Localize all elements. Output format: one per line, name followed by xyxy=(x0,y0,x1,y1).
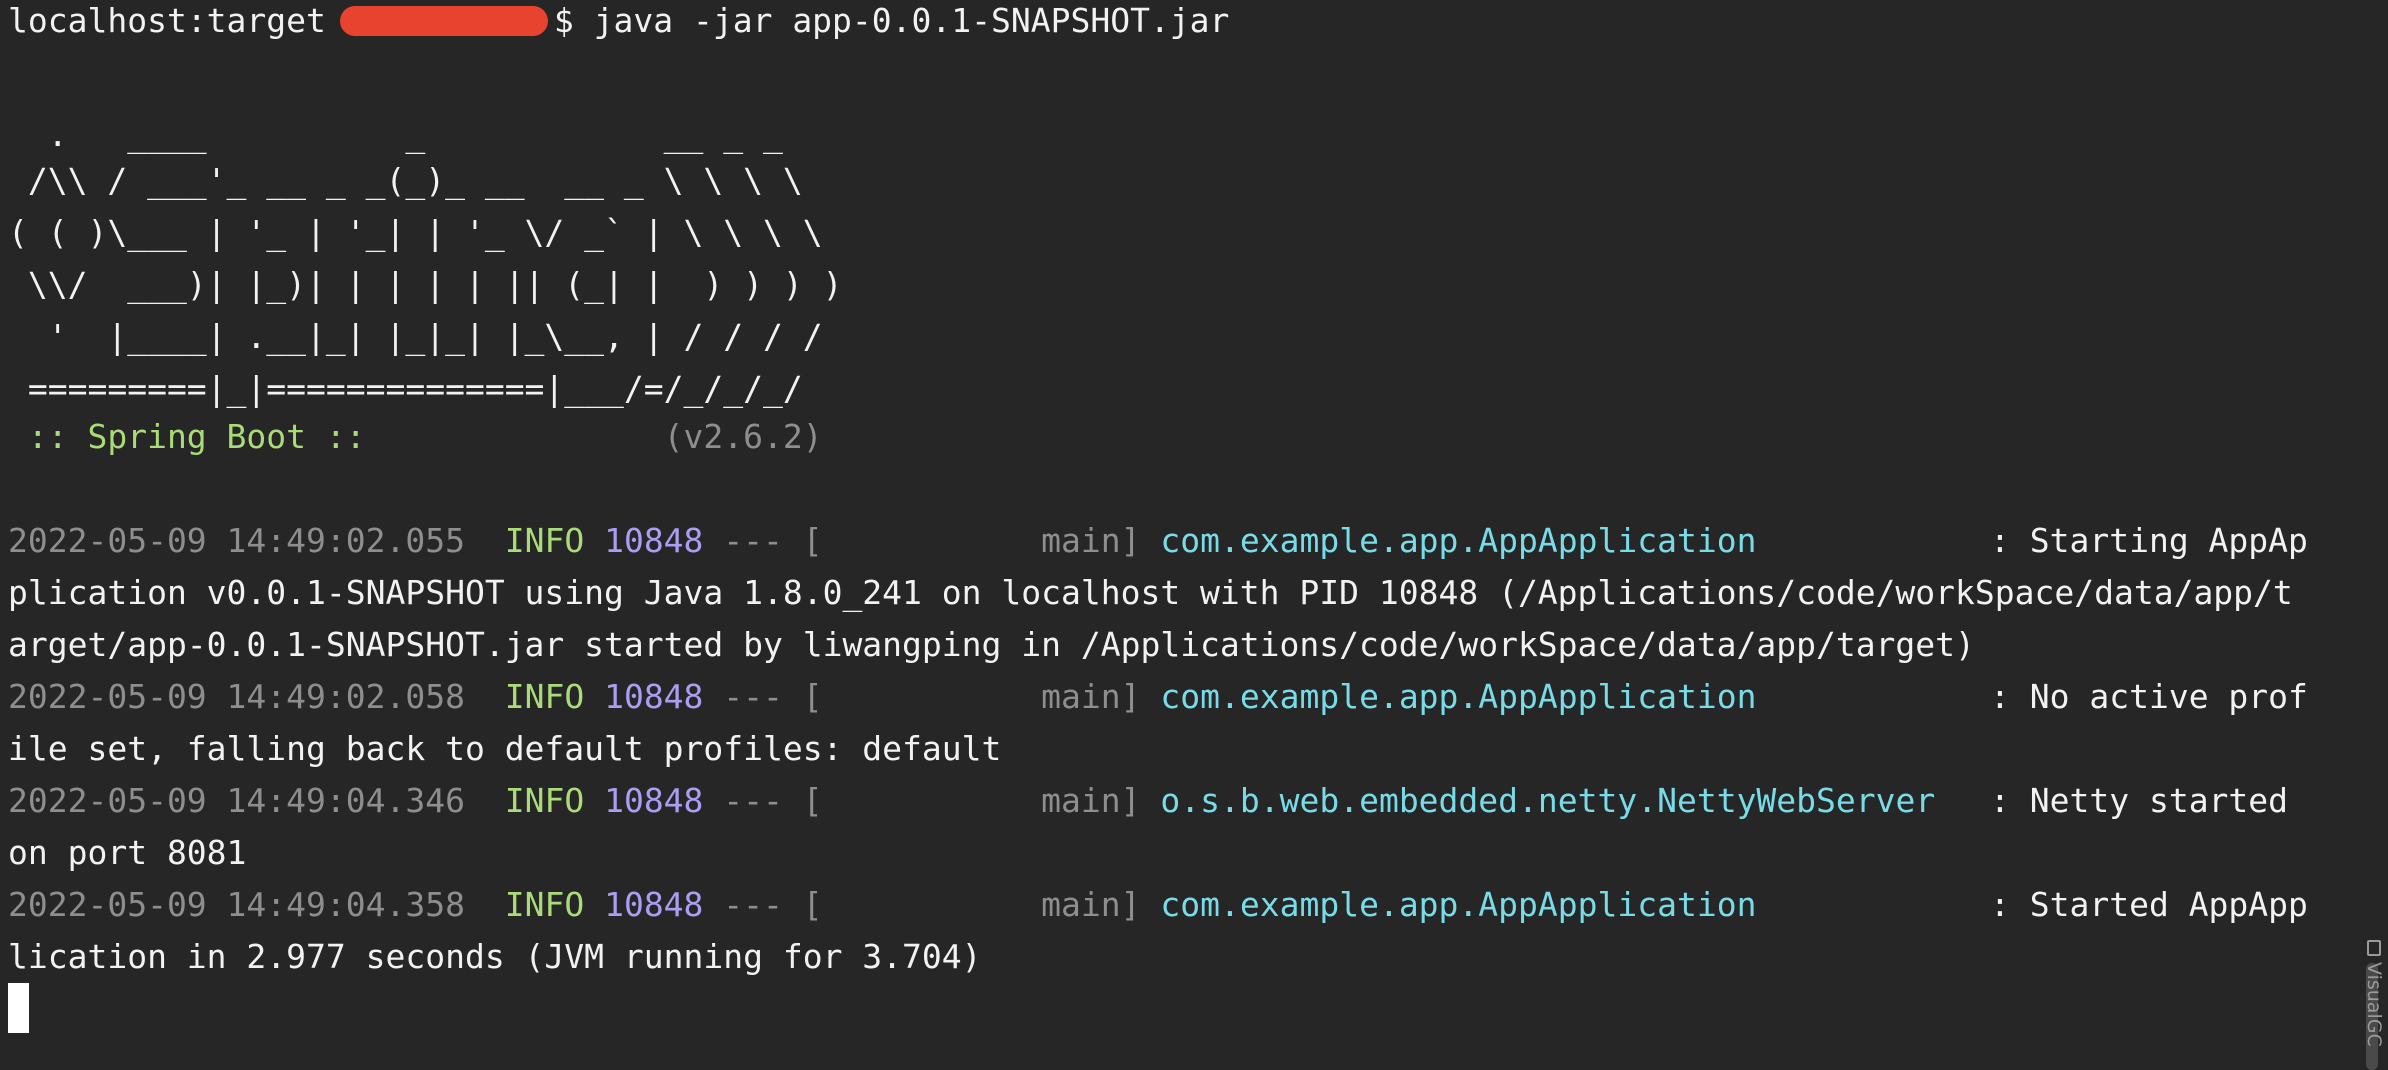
log-line: 2022-05-09 14:49:02.055 INFO 10848 --- [… xyxy=(8,515,2308,567)
log-pid: 10848 xyxy=(604,521,704,560)
log-message-continuation: arget/app-0.0.1-SNAPSHOT.jar started by … xyxy=(8,625,1975,664)
log-level: INFO xyxy=(504,677,585,716)
log-thread: main] xyxy=(822,885,1141,924)
visualgc-tab[interactable]: VisualGC xyxy=(2362,940,2386,1068)
log-level: INFO xyxy=(504,781,585,820)
log-thread: main] xyxy=(822,781,1141,820)
banner-line: =========|_|==============|___/=/_/_/_/ xyxy=(8,369,803,408)
visualgc-label: VisualGC xyxy=(2363,962,2385,1047)
log-message-start: : Starting AppAp xyxy=(1990,521,2308,560)
log-pid: 10848 xyxy=(604,781,704,820)
prompt-command: java -jar app-0.0.1-SNAPSHOT.jar xyxy=(593,1,1230,40)
log-thread: main] xyxy=(822,521,1141,560)
log-timestamp: 2022-05-09 14:49:02.058 xyxy=(8,677,465,716)
log-timestamp: 2022-05-09 14:49:02.055 xyxy=(8,521,465,560)
log-separator: --- [ xyxy=(723,677,823,716)
terminal-cursor xyxy=(8,983,29,1033)
right-tool-strip: VisualGC xyxy=(2356,0,2388,1070)
log-thread: main] xyxy=(822,677,1141,716)
prompt-line: localhost:target $ java -jar app-0.0.1-SN… xyxy=(8,0,1229,47)
banner-line: ( ( )\___ | '_ | '_| | '_ \/ _` | \ \ \ … xyxy=(8,213,823,252)
banner-tagline-line: :: Spring Boot :: (v2.6.2) xyxy=(8,411,823,463)
log-timestamp: 2022-05-09 14:49:04.346 xyxy=(8,781,465,820)
visualgc-icon xyxy=(2367,940,2381,956)
prompt-symbol: $ xyxy=(553,1,574,40)
log-message-start: : Netty started xyxy=(1990,781,2289,820)
log-logger: com.example.app.AppApplication xyxy=(1160,885,1757,924)
log-logger: com.example.app.AppApplication xyxy=(1160,521,1757,560)
log-message-continuation: plication v0.0.1-SNAPSHOT using Java 1.8… xyxy=(8,573,2293,612)
spring-boot-version: (v2.6.2) xyxy=(663,417,823,456)
banner-line: . ____ _ __ _ _ xyxy=(8,115,783,154)
log-pid: 10848 xyxy=(604,885,704,924)
log-logger: com.example.app.AppApplication xyxy=(1160,677,1757,716)
terminal-output[interactable]: localhost:target $ java -jar app-0.0.1-SN… xyxy=(8,0,2318,1070)
log-pid: 10848 xyxy=(604,677,704,716)
log-separator: --- [ xyxy=(723,885,823,924)
redacted-username xyxy=(339,6,548,36)
banner-line: \\/ ___)| |_)| | | | | || (_| | ) ) ) ) xyxy=(8,265,843,304)
log-level: INFO xyxy=(504,885,585,924)
log-logger: o.s.b.web.embedded.netty.NettyWebServer xyxy=(1160,781,1936,820)
log-line: 2022-05-09 14:49:04.358 INFO 10848 --- [… xyxy=(8,879,2308,931)
banner-line: /\\ / ___'_ __ _ _(_)_ __ __ _ \ \ \ \ xyxy=(8,161,803,200)
log-line: 2022-05-09 14:49:04.346 INFO 10848 --- [… xyxy=(8,775,2288,827)
banner-line: ' |____| .__|_| |_|_| |_\__, | / / / / xyxy=(8,317,823,356)
log-message-continuation: lication in 2.977 seconds (JVM running f… xyxy=(8,937,982,976)
log-message-continuation: ile set, falling back to default profile… xyxy=(8,729,1002,768)
prompt-host: localhost:target xyxy=(8,1,326,40)
log-separator: --- [ xyxy=(723,521,823,560)
log-line: 2022-05-09 14:49:02.058 INFO 10848 --- [… xyxy=(8,671,2308,723)
log-message-continuation: on port 8081 xyxy=(8,833,247,872)
log-timestamp: 2022-05-09 14:49:04.358 xyxy=(8,885,465,924)
log-separator: --- [ xyxy=(723,781,823,820)
log-level: INFO xyxy=(504,521,585,560)
log-message-start: : Started AppApp xyxy=(1990,885,2308,924)
log-message-start: : No active prof xyxy=(1990,677,2308,716)
spring-boot-tagline: :: Spring Boot :: xyxy=(8,417,386,456)
